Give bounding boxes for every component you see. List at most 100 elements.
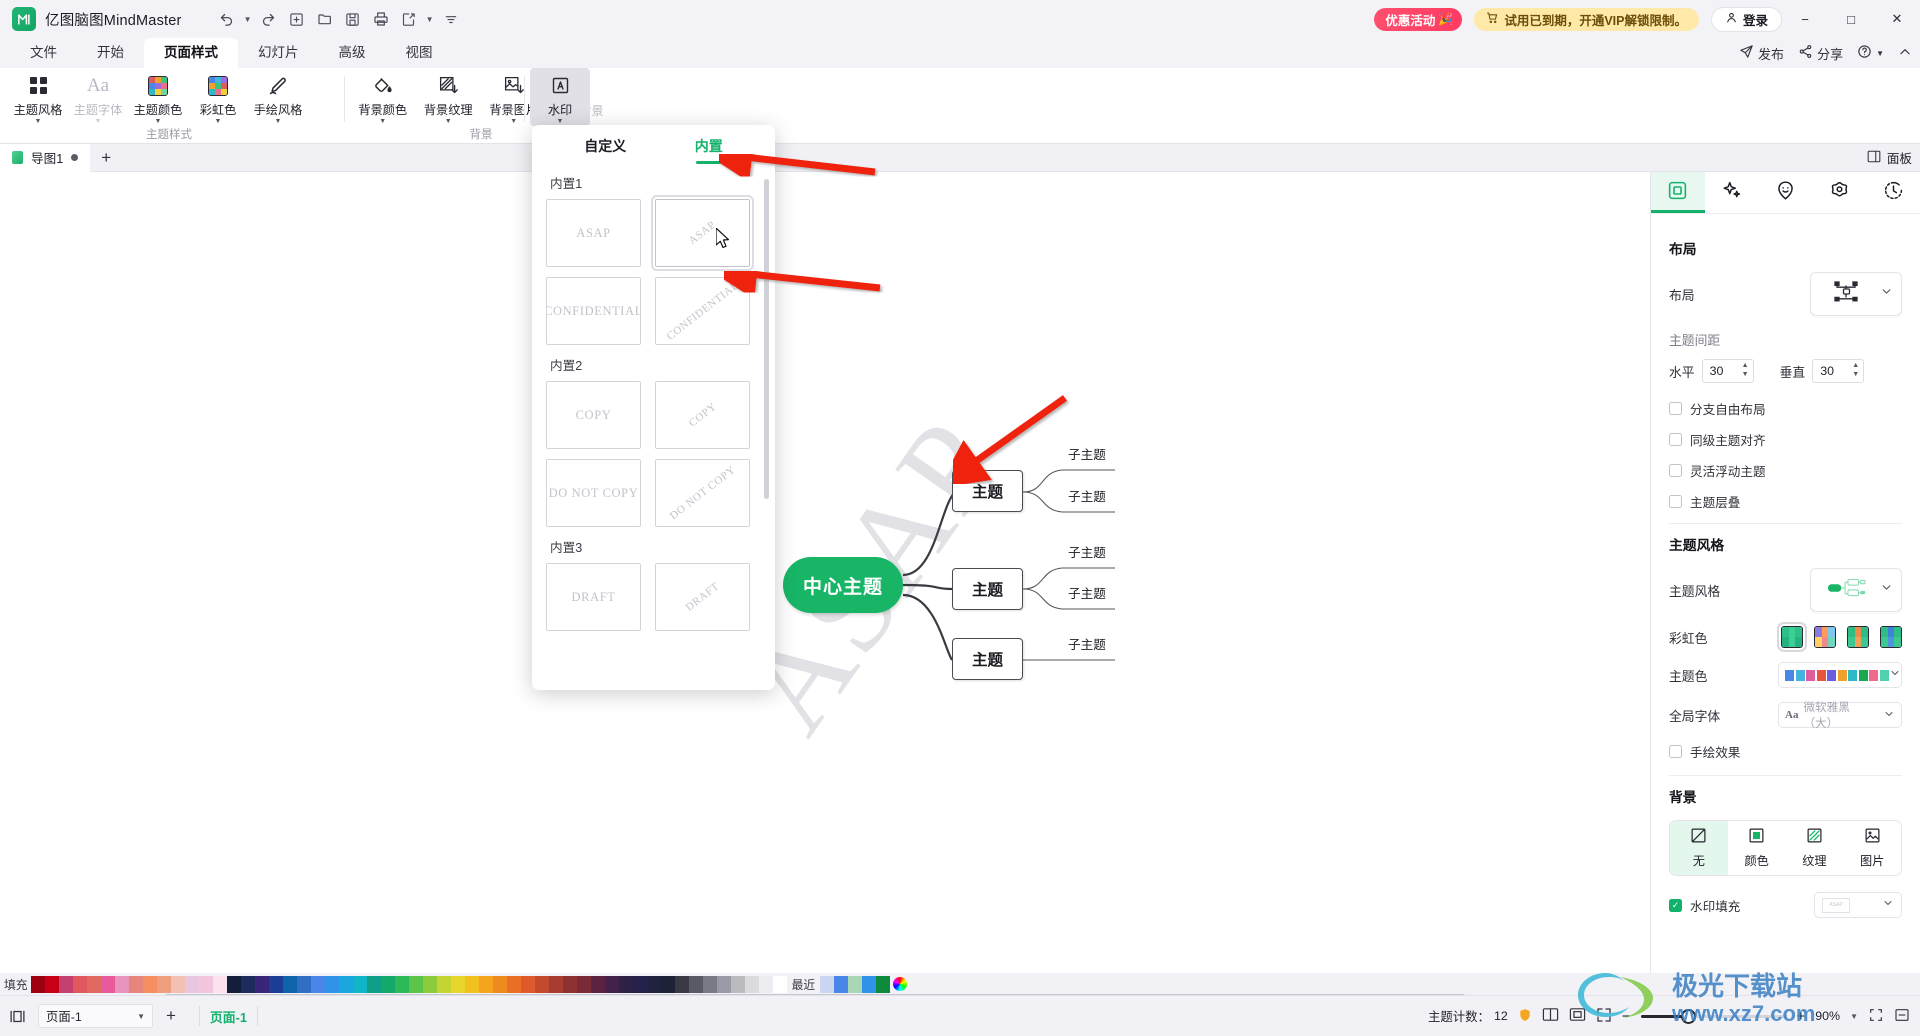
watermark-option-card[interactable]: ASAP xyxy=(651,195,754,271)
palette-swatch[interactable] xyxy=(240,975,255,993)
rainbow-swatch[interactable] xyxy=(1814,626,1836,648)
open-button[interactable] xyxy=(312,6,338,32)
mindmap-subtopic[interactable]: 子主题 xyxy=(1068,444,1106,463)
palette-swatch-list[interactable] xyxy=(30,975,787,993)
palette-swatch[interactable] xyxy=(30,975,45,993)
ribbon-button-rainbow-color[interactable]: 彩虹色 ▼ xyxy=(188,68,248,126)
palette-swatch[interactable] xyxy=(44,975,59,993)
palette-swatch[interactable] xyxy=(142,975,157,993)
checkbox-align-siblings[interactable]: 同级主题对齐 xyxy=(1669,430,1902,449)
recent-swatch[interactable] xyxy=(820,975,835,993)
help-button[interactable]: ▼ xyxy=(1857,44,1884,62)
palette-swatch[interactable] xyxy=(702,975,717,993)
checkbox-watermark-fill[interactable]: ✓ 水印填充 xyxy=(1669,896,1740,915)
palette-swatch[interactable] xyxy=(184,975,199,993)
palette-swatch[interactable] xyxy=(520,975,535,993)
promo-button[interactable]: 优惠活动 🎉 xyxy=(1374,7,1463,31)
palette-swatch[interactable] xyxy=(548,975,563,993)
mindmap-branch-node[interactable]: 主题 xyxy=(952,638,1023,680)
palette-swatch[interactable] xyxy=(156,975,171,993)
rainbow-swatch[interactable] xyxy=(1880,626,1902,648)
save-button[interactable] xyxy=(340,6,366,32)
palette-swatch[interactable] xyxy=(506,975,521,993)
palette-swatch[interactable] xyxy=(772,975,787,993)
page-select[interactable]: 页面-1 ▼ xyxy=(38,1004,153,1028)
ribbon-tab-view[interactable]: 视图 xyxy=(386,38,453,68)
mindmap-branch-node[interactable]: 主题 xyxy=(952,568,1023,610)
watermark-tab-custom[interactable]: 自定义 xyxy=(584,125,626,167)
add-page-button[interactable]: + xyxy=(153,1006,189,1026)
mindmap-subtopic[interactable]: 子主题 xyxy=(1068,634,1106,653)
watermark-option-card[interactable]: COPY xyxy=(546,381,641,449)
help-caret-icon[interactable]: ▼ xyxy=(1876,49,1884,58)
zoom-slider[interactable] xyxy=(1640,1008,1787,1024)
palette-swatch[interactable] xyxy=(492,975,507,993)
global-font-dropdown[interactable]: Aa 微软雅黑（大） xyxy=(1778,701,1902,730)
palette-swatch[interactable] xyxy=(100,975,115,993)
ribbon-button-theme-font[interactable]: Aa 主题字体 ▼ xyxy=(68,68,128,126)
zoom-in-button[interactable]: + xyxy=(1797,1008,1806,1025)
palette-swatch[interactable] xyxy=(128,975,143,993)
palette-swatch[interactable] xyxy=(618,975,633,993)
mindmap-canvas[interactable]: ASAP 中心主题 主题 主题 主题 子主题 子主题 子主题 子主题 子主题 xyxy=(0,172,1650,984)
recent-swatch[interactable] xyxy=(862,975,877,993)
tab-settings[interactable] xyxy=(1812,172,1866,213)
zoom-slider-knob[interactable] xyxy=(1680,1008,1696,1024)
palette-swatch[interactable] xyxy=(660,975,675,993)
maximize-button[interactable]: □ xyxy=(1828,0,1874,38)
palette-swatch[interactable] xyxy=(534,975,549,993)
palette-swatch[interactable] xyxy=(86,975,101,993)
watermark-option-card[interactable]: COPY xyxy=(655,381,750,449)
panel-toggle[interactable]: 面板 xyxy=(1867,148,1912,167)
palette-swatch[interactable] xyxy=(338,975,353,993)
mindmap-subtopic[interactable]: 子主题 xyxy=(1068,486,1106,505)
watermark-option-card[interactable]: CONFIDENTIAL xyxy=(655,277,750,345)
ribbon-tab-slideshow[interactable]: 幻灯片 xyxy=(238,38,319,68)
ribbon-button-hand-drawn[interactable]: 手绘风格 ▼ xyxy=(248,68,308,126)
palette-swatch[interactable] xyxy=(72,975,87,993)
checkbox-hand-drawn-effect[interactable]: 手绘效果 xyxy=(1669,742,1902,761)
mindmap-center-node[interactable]: 中心主题 xyxy=(783,557,903,613)
ribbon-button-theme-style[interactable]: 主题风格 ▼ xyxy=(8,68,68,126)
minimize-button[interactable]: − xyxy=(1782,0,1828,38)
palette-swatch[interactable] xyxy=(268,975,283,993)
undo-caret-icon[interactable]: ▼ xyxy=(242,6,254,32)
stepper-arrows-icon[interactable]: ▲ ▼ xyxy=(1852,362,1859,378)
mindmap-branch-node[interactable]: 主题 xyxy=(952,470,1023,512)
palette-swatch[interactable] xyxy=(422,975,437,993)
palette-swatch[interactable] xyxy=(226,975,241,993)
palette-swatch[interactable] xyxy=(716,975,731,993)
palette-swatch[interactable] xyxy=(590,975,605,993)
ribbon-button-watermark[interactable]: 水印 ▼ xyxy=(530,68,590,126)
watermark-option-card[interactable]: CONFIDENTIAL xyxy=(546,277,641,345)
palette-swatch[interactable] xyxy=(282,975,297,993)
redo-button[interactable] xyxy=(256,6,282,32)
watermark-tab-builtin[interactable]: 内置 xyxy=(695,125,723,167)
layout-dropdown[interactable] xyxy=(1810,272,1902,316)
checkbox-topic-overlap[interactable]: 主题层叠 xyxy=(1669,492,1902,511)
palette-swatch[interactable] xyxy=(58,975,73,993)
palette-swatch[interactable] xyxy=(170,975,185,993)
zoom-out-button[interactable]: − xyxy=(1622,1008,1631,1025)
palette-swatch[interactable] xyxy=(310,975,325,993)
new-button[interactable] xyxy=(284,6,310,32)
palette-swatch[interactable] xyxy=(646,975,661,993)
watermark-fill-dropdown[interactable]: ASAP xyxy=(1814,892,1902,918)
theme-style-dropdown[interactable] xyxy=(1810,568,1902,612)
tab-history[interactable] xyxy=(1866,172,1920,213)
palette-swatch[interactable] xyxy=(562,975,577,993)
watermark-option-card[interactable]: DRAFT xyxy=(655,563,750,631)
stepper-arrows-icon[interactable]: ▲ ▼ xyxy=(1742,362,1749,378)
mindmap-subtopic[interactable]: 子主题 xyxy=(1068,542,1106,561)
palette-swatch[interactable] xyxy=(450,975,465,993)
palette-swatch[interactable] xyxy=(114,975,129,993)
palette-swatch[interactable] xyxy=(352,975,367,993)
palette-swatch[interactable] xyxy=(464,975,479,993)
undo-button[interactable] xyxy=(214,6,240,32)
palette-swatch[interactable] xyxy=(758,975,773,993)
theme-color-dropdown[interactable] xyxy=(1778,662,1902,688)
watermark-option-card[interactable]: DO NOT COPY xyxy=(655,459,750,527)
ribbon-tab-advanced[interactable]: 高级 xyxy=(319,38,386,68)
rainbow-swatch[interactable] xyxy=(1777,622,1807,652)
add-document-button[interactable]: + xyxy=(90,144,122,172)
